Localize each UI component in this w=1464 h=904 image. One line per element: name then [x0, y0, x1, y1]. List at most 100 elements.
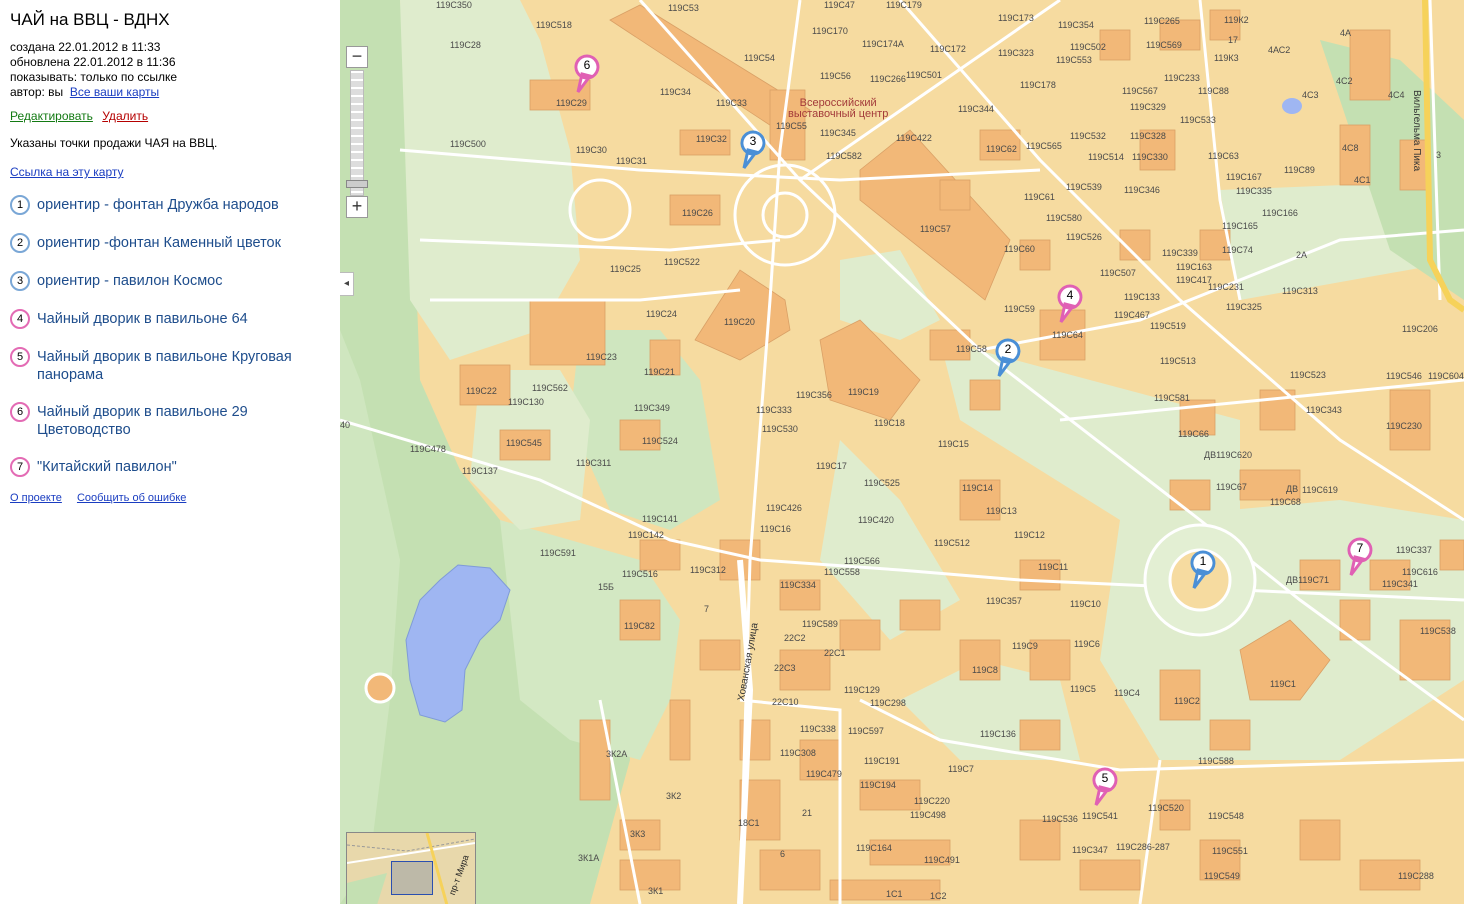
map-label: 119С566	[844, 556, 880, 566]
all-maps-link[interactable]: Все ваши карты	[70, 85, 159, 99]
map-label: 119С589	[802, 619, 838, 629]
map-label: 119С328	[1130, 131, 1166, 141]
sidebar: ЧАЙ на ВВЦ - ВДНХ создана 22.01.2012 в 1…	[0, 0, 340, 904]
street-label-pika: Вильгельма Пика	[1411, 90, 1422, 172]
map-label: 119С174А	[862, 39, 904, 49]
map-label: 119С582	[826, 151, 862, 161]
updated-date: обновлена 22.01.2012 в 11:36	[10, 55, 176, 69]
map-label: 119С502	[1070, 42, 1106, 52]
point-item-3[interactable]: 3 ориентир - павилон Космос	[10, 271, 330, 291]
map-label: 119С520	[1148, 803, 1184, 813]
edit-link[interactable]: Редактировать	[10, 109, 93, 123]
collapse-sidebar-button[interactable]: ◂	[340, 272, 354, 296]
map-canvas[interactable]: 119С350 119С53 119С47 119С179 119С173 11…	[340, 0, 1464, 904]
point-number-badge: 7	[10, 457, 30, 477]
map-label: 119С541	[1082, 811, 1118, 821]
map-label: 119С55	[776, 121, 807, 131]
map-meta: создана 22.01.2012 в 11:33 обновлена 22.…	[10, 40, 330, 100]
map-label: 119С178	[1020, 80, 1056, 90]
map-label: 119С539	[1066, 182, 1102, 192]
map-label: 119С170	[812, 26, 848, 36]
minimap-viewport-frame[interactable]	[391, 861, 433, 895]
map-label: 119С166	[1262, 208, 1298, 218]
map-label: 119С330	[1132, 152, 1168, 162]
point-number-badge: 2	[10, 233, 30, 253]
zoom-scale-track[interactable]	[350, 70, 364, 196]
map-description: Указаны точки продажи ЧАЯ на ВВЦ.	[10, 136, 218, 150]
point-label: "Китайский павилон"	[37, 459, 177, 475]
map-label: 119С194	[860, 780, 896, 790]
map-marker-3[interactable]: 3	[740, 130, 766, 170]
map-marker-2[interactable]: 2	[995, 338, 1021, 378]
point-item-2[interactable]: 2 ориентир -фонтан Каменный цветок	[10, 233, 330, 253]
zoom-slider-handle[interactable]	[346, 180, 368, 188]
map-label: 119С67	[1216, 482, 1247, 492]
map-marker-6[interactable]: 6	[574, 54, 600, 94]
overview-minimap[interactable]: пр-т Мира	[346, 832, 476, 904]
map-label: 4А	[1340, 28, 1352, 38]
map-label: 119С58	[956, 344, 987, 354]
map-actions: Редактировать Удалить	[10, 109, 330, 124]
map-marker-5[interactable]: 5	[1092, 767, 1118, 807]
map-label: 119С536	[1042, 814, 1078, 824]
map-label: 119С10	[1070, 599, 1101, 609]
map-label: 119С16	[760, 524, 791, 534]
map-label: 119С325	[1226, 302, 1262, 312]
point-number-badge: 3	[10, 271, 30, 291]
point-label: Чайный дворик в павильоне 29 Цветоводств…	[37, 404, 248, 438]
map-label: 119С350	[436, 0, 472, 10]
map-label: 119С530	[762, 424, 798, 434]
point-item-4[interactable]: 4 Чайный дворик в павильоне 64	[10, 309, 330, 329]
map-label: 119С59	[1004, 304, 1035, 314]
map-label: 119С141	[642, 514, 678, 524]
report-error-link[interactable]: Сообщить об ошибке	[77, 492, 186, 504]
map-label: 119С565	[1026, 141, 1062, 151]
map-label: ДВ	[1286, 484, 1299, 494]
map-label: 3	[1436, 150, 1442, 160]
map-label: 119С525	[864, 478, 900, 488]
zoom-in-button[interactable]: +	[346, 196, 368, 218]
map-label: 119С53	[668, 3, 699, 13]
marker-number: 6	[583, 58, 591, 72]
map-label: 119С30	[576, 145, 607, 155]
map-label: 119С323	[998, 48, 1034, 58]
point-item-5[interactable]: 5 Чайный дворик в павильоне Круговая пан…	[10, 347, 330, 384]
about-link[interactable]: О проекте	[10, 492, 62, 504]
map-marker-7[interactable]: 7	[1347, 537, 1373, 577]
map-label: 119С23	[586, 352, 617, 362]
zoom-out-button[interactable]: −	[346, 46, 368, 68]
point-item-6[interactable]: 6 Чайный дворик в павильоне 29 Цветоводс…	[10, 402, 330, 439]
map-label: 119С604	[1428, 371, 1464, 381]
map-label: 119С47	[824, 0, 855, 10]
map-marker-1[interactable]: 1	[1190, 550, 1216, 590]
map-label: 17	[1228, 35, 1239, 45]
map-label: 3К2А	[606, 749, 628, 759]
map-label: 119С136	[980, 729, 1016, 739]
map-label: 119С25	[610, 264, 641, 274]
map-label: 119С88	[1198, 86, 1229, 96]
map-label: 119С417	[1176, 275, 1212, 285]
map-marker-4[interactable]: 4	[1057, 284, 1083, 324]
map-label: 119С512	[934, 538, 970, 548]
map-label: 119С349	[634, 403, 670, 413]
delete-link[interactable]: Удалить	[102, 109, 148, 123]
map-label: 4С3	[1302, 90, 1319, 100]
map-permalink[interactable]: Ссылка на эту карту	[10, 165, 124, 179]
map-label: 40	[340, 420, 351, 430]
map-label: 119С545	[506, 438, 542, 448]
map-label: 119С514	[1088, 152, 1124, 162]
map-label: 119С31	[616, 156, 647, 166]
map-label: 3К1	[648, 886, 664, 896]
map-label: 119С551	[1212, 846, 1248, 856]
map-label: 21	[802, 808, 813, 818]
map-label: 119С333	[756, 405, 792, 415]
map-label: 119С339	[1162, 248, 1198, 258]
map-label: 119С19	[848, 387, 879, 397]
map-label: 119С507	[1100, 268, 1136, 278]
map-label: 119С4	[1114, 688, 1140, 698]
map-label: 119С346	[1124, 185, 1160, 195]
map-label: 119С129	[844, 685, 880, 695]
point-item-7[interactable]: 7 "Китайский павилон"	[10, 457, 330, 477]
map-label: 119С523	[1290, 370, 1326, 380]
point-item-1[interactable]: 1 ориентир - фонтан Дружба народов	[10, 195, 330, 215]
